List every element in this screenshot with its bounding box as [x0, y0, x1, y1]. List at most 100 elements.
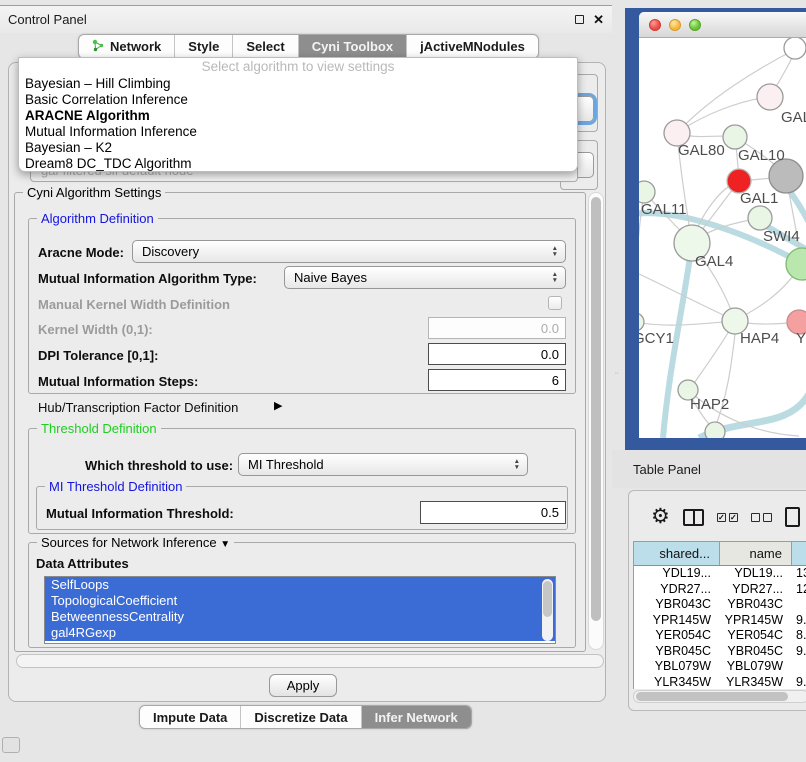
algorithm-option-aracne-algorithm[interactable]: ARACNE Algorithm — [19, 108, 577, 124]
column-header-2[interactable] — [792, 542, 806, 565]
control-panel-title: Control Panel — [8, 12, 575, 27]
network-node-gcy1[interactable] — [639, 313, 644, 331]
float-window-icon[interactable] — [575, 15, 584, 24]
network-node-gal11[interactable] — [639, 181, 655, 203]
minimize-traffic-light[interactable] — [669, 19, 681, 31]
new-table-icon[interactable] — [785, 507, 800, 527]
select-all-checks-icon[interactable]: ✓✓ — [717, 513, 738, 522]
collapsed-panel-grip[interactable] — [2, 737, 20, 753]
attribute-topologicalcoefficient[interactable]: TopologicalCoefficient — [45, 593, 555, 609]
aracne-mode-combobox[interactable]: Discovery ▲▼ — [132, 240, 566, 263]
tab-label: Select — [246, 39, 284, 54]
tab-select[interactable]: Select — [233, 35, 298, 58]
sources-title-text: Sources for Network Inference — [41, 535, 217, 550]
node-label-gcy1: GCY1 — [639, 330, 674, 347]
network-node[interactable] — [705, 422, 725, 438]
apply-button[interactable]: Apply — [269, 674, 337, 697]
hub-definition-label[interactable]: Hub/Transcription Factor Definition — [38, 400, 238, 415]
mi-threshold-field[interactable]: 0.5 — [420, 501, 566, 524]
attribute-selfloops[interactable]: SelfLoops — [45, 577, 555, 593]
data-attributes-label: Data Attributes — [36, 556, 129, 571]
network-node[interactable] — [784, 38, 806, 59]
tab-style[interactable]: Style — [175, 35, 233, 58]
network-node-swi4[interactable] — [748, 206, 772, 230]
collapse-down-icon[interactable]: ▼ — [220, 539, 230, 550]
expand-right-icon[interactable]: ▶ — [274, 399, 282, 412]
tab-discretize-data[interactable]: Discretize Data — [241, 706, 361, 728]
attribute-gal4rgexp[interactable]: gal4RGexp — [45, 625, 555, 641]
attribute-betweennesscentrality[interactable]: BetweennessCentrality — [45, 609, 555, 625]
network-node[interactable] — [769, 159, 803, 193]
table-row[interactable]: YBL079WYBL079W — [634, 659, 806, 675]
spinner-arrows-icon: ▲▼ — [552, 272, 558, 283]
table-cell: 13 — [792, 566, 806, 582]
algorithm-option-mutual-information-inference[interactable]: Mutual Information Inference — [19, 124, 577, 140]
mi-steps-field[interactable]: 6 — [428, 369, 566, 391]
node-label-hap4: HAP4 — [740, 330, 779, 347]
table-cell: YDL19... — [720, 566, 792, 582]
table-row[interactable]: YDR27...YDR27...12 — [634, 582, 806, 598]
algorithm-dropdown-popup: Select algorithm to view settings Bayesi… — [18, 57, 578, 172]
table-row[interactable]: YPR145WYPR145W9. — [634, 613, 806, 629]
algorithm-option-bayesian-k2[interactable]: Bayesian – K2 — [19, 140, 577, 156]
algorithm-option-dream8-dc-tdc-algorithm[interactable]: Dream8 DC_TDC Algorithm — [19, 156, 577, 172]
table-body: YDL19...YDL19...13YDR27...YDR27...12YBR0… — [634, 566, 806, 689]
settings-horizontal-scrollbar[interactable] — [16, 654, 604, 668]
algorithm-option-bayesian-hill-climbing[interactable]: Bayesian – Hill Climbing — [19, 76, 577, 92]
node-label-gal80: GAL80 — [678, 142, 725, 159]
zoom-traffic-light[interactable] — [689, 19, 701, 31]
deselect-all-checks-icon[interactable] — [751, 513, 772, 522]
tab-label: Style — [188, 39, 219, 54]
threshold-definition-title: Threshold Definition — [37, 421, 161, 436]
spinner-arrows-icon: ▲▼ — [552, 246, 558, 257]
mi-threshold-definition-title: MI Threshold Definition — [45, 479, 186, 494]
table-cell: YLR345W — [634, 675, 720, 690]
algorithm-option-basic-correlation-inference[interactable]: Basic Correlation Inference — [19, 92, 577, 108]
close-traffic-light[interactable] — [649, 19, 661, 31]
node-label-gal: GAL — [781, 109, 806, 126]
dpi-tolerance-label: DPI Tolerance [0,1]: — [38, 348, 158, 363]
dpi-tolerance-field[interactable]: 0.0 — [428, 343, 566, 365]
which-threshold-label: Which threshold to use: — [85, 458, 233, 473]
aracne-mode-label: Aracne Mode: — [38, 245, 124, 260]
table-cell — [792, 659, 806, 675]
tab-infer-network[interactable]: Infer Network — [362, 706, 471, 728]
network-node-gal[interactable] — [757, 84, 783, 110]
gear-icon[interactable]: ⚙ — [651, 507, 670, 527]
node-label-hap2: HAP2 — [690, 396, 729, 413]
column-header-name[interactable]: name — [720, 542, 792, 565]
tab-label: Discretize Data — [254, 710, 347, 725]
close-icon[interactable]: ✕ — [593, 14, 604, 26]
tab-label: Infer Network — [375, 710, 458, 725]
network-node-gal10[interactable] — [723, 125, 747, 149]
column-header-shared-[interactable]: shared... — [634, 542, 720, 565]
mi-algorithm-type-combobox[interactable]: Naive Bayes ▲▼ — [284, 266, 566, 289]
tab-network[interactable]: Network — [79, 35, 175, 58]
which-threshold-combobox[interactable]: MI Threshold ▲▼ — [238, 453, 528, 476]
panel-splitter-handle[interactable]: ∙∙ — [615, 370, 620, 377]
settings-vertical-scrollbar[interactable] — [588, 192, 604, 650]
tab-jactivemnodules[interactable]: jActiveMNodules — [407, 35, 538, 58]
tab-cyni-toolbox[interactable]: Cyni Toolbox — [299, 35, 407, 58]
network-icon — [92, 39, 105, 55]
network-node[interactable] — [786, 248, 806, 280]
table-row[interactable]: YDL19...YDL19...13 — [634, 566, 806, 582]
table-row[interactable]: YLR345WYLR345W9. — [634, 675, 806, 690]
tab-label: jActiveMNodules — [420, 39, 525, 54]
network-window-titlebar[interactable] — [639, 12, 806, 38]
node-attribute-table[interactable]: shared...name YDL19...YDL19...13YDR27...… — [633, 541, 806, 689]
table-row[interactable]: YBR045CYBR045C9. — [634, 644, 806, 660]
manual-kernel-checkbox[interactable] — [548, 296, 562, 310]
table-row[interactable]: YER054CYER054C8. — [634, 628, 806, 644]
table-horizontal-scrollbar[interactable] — [633, 690, 806, 703]
which-threshold-value: MI Threshold — [248, 457, 324, 472]
tab-impute-data[interactable]: Impute Data — [140, 706, 241, 728]
sources-group-title: Sources for Network Inference ▼ — [37, 535, 234, 550]
attributes-scrollbar[interactable] — [542, 579, 553, 641]
data-attributes-list[interactable]: SelfLoopsTopologicalCoefficientBetweenne… — [44, 576, 556, 644]
network-canvas[interactable]: GALGAL80GAL10GAL1GAL11SWI4GAL4GCY1HAP4YH… — [639, 38, 806, 438]
table-cell: YBR045C — [634, 644, 720, 660]
split-columns-icon[interactable] — [683, 509, 704, 526]
table-cell: YDR27... — [634, 582, 720, 598]
table-row[interactable]: YBR043CYBR043C — [634, 597, 806, 613]
